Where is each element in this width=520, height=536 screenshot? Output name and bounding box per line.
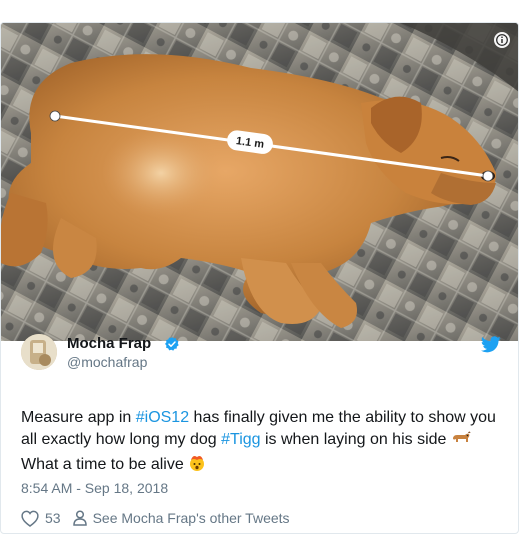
text-segment: What a time to be alive [21,456,184,473]
tweet-actions: 53 See Mocha Frap's other Tweets [21,508,421,528]
dog-photo [1,23,518,341]
hashtag-ios12-link[interactable]: #iOS12 [136,409,189,426]
text-segment: all exactly how long my dog [21,431,222,448]
tweet-line-2: all exactly how long my dog #Tigg is whe… [21,429,506,454]
info-icon [496,34,508,46]
tweet-text: Measure app in #iOS12 has finally given … [21,407,506,479]
tweet-timestamp[interactable]: 8:54 AM - Sep 18, 2018 [21,480,168,496]
verified-badge-icon [165,337,179,351]
like-button[interactable]: 53 [21,510,61,527]
other-tweets-link[interactable]: See Mocha Frap's other Tweets [72,510,290,526]
tweet-line-3: What a time to be alive [21,454,506,479]
tweet-line-1: Measure app in #iOS12 has finally given … [21,407,506,429]
info-button[interactable] [494,32,510,48]
text-segment: has finally given me the ability to show… [189,409,496,426]
tweet-card[interactable]: 1.1 m Mocha Frap @mochafrap Measure app … [0,22,519,534]
tweet-header: Mocha Frap @mochafrap [21,334,501,374]
text-segment: Measure app in [21,409,136,426]
text-segment: is when laying on his side [260,431,447,448]
like-count: 53 [45,510,61,526]
heart-icon [21,510,39,527]
avatar[interactable] [21,334,57,370]
dog-emoji-icon [451,429,471,454]
twitter-bird-icon[interactable] [481,336,501,353]
other-tweets-label: See Mocha Frap's other Tweets [92,510,290,526]
mind-blown-emoji-icon [188,454,206,479]
hashtag-tigg-link[interactable]: #Tigg [221,431,260,448]
tweet-photo[interactable]: 1.1 m [1,23,518,341]
user-handle[interactable]: @mochafrap [67,354,147,370]
person-icon [72,510,87,526]
display-name[interactable]: Mocha Frap [67,335,151,352]
avatar-image [21,334,57,370]
